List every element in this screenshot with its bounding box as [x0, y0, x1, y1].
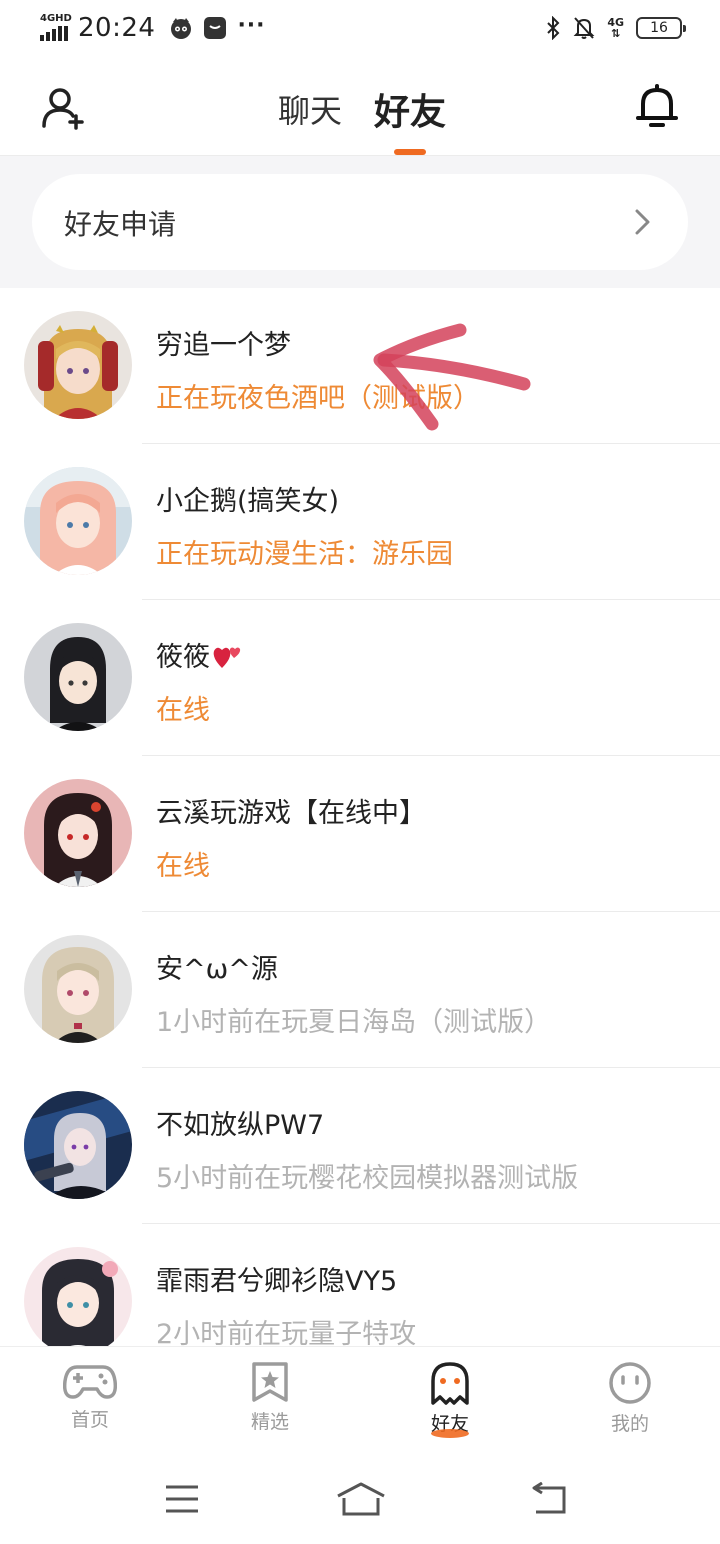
bottom-navigation: 首页 精选 好友 我的: [0, 1346, 720, 1446]
more-notifications-icon: ···: [237, 12, 266, 38]
mobile-data-icon: 4G ⇅: [607, 16, 624, 40]
friend-row[interactable]: 小企鹅(搞笑女) 正在玩动漫生活：游乐园: [0, 444, 720, 600]
friend-row[interactable]: 不如放纵PW7 5小时前在玩樱花校园模拟器测试版: [0, 1068, 720, 1224]
friend-status: 在线: [156, 695, 210, 726]
home-icon[interactable]: [336, 1482, 386, 1516]
anime-girl-pink-avatar[interactable]: [24, 467, 132, 575]
friend-name: 穷追一个梦: [156, 330, 291, 361]
menu-icon[interactable]: [162, 1482, 212, 1516]
nav-featured-label: 精选: [250, 1411, 289, 1433]
friend-status: 正在玩动漫生活：游乐园: [156, 539, 453, 570]
anime-girl-black-hair-avatar[interactable]: [24, 623, 132, 731]
nav-featured[interactable]: 精选: [210, 1361, 330, 1447]
friend-request-button[interactable]: 好友申请: [32, 174, 688, 270]
friend-status: 1小时前在玩夏日海岛（测试版）: [156, 1007, 552, 1038]
chevron-right-icon: [635, 209, 650, 235]
friend-status: 5小时前在玩樱花校园模拟器测试版: [156, 1163, 579, 1194]
gamepad-icon: [63, 1365, 117, 1399]
top-header: 聊天 好友: [0, 58, 720, 156]
face-icon: [609, 1362, 651, 1404]
mute-icon: [573, 17, 595, 39]
friend-request-section: 好友申请: [0, 156, 720, 288]
chat-friends-tabs: 聊天 好友: [0, 58, 720, 156]
friend-name: 小企鹅(搞笑女): [156, 486, 340, 517]
anime-girl-blonde-avatar[interactable]: [24, 311, 132, 419]
nav-active-indicator: [431, 1429, 469, 1438]
system-navigation-bar: [0, 1446, 720, 1544]
anime-girl-blue-avatar[interactable]: [24, 1091, 132, 1199]
status-time: 20:24: [78, 13, 156, 43]
friend-status: 正在玩夜色酒吧（测试版）: [156, 383, 480, 414]
active-tab-indicator: [394, 149, 426, 155]
friend-row[interactable]: 穷追一个梦 正在玩夜色酒吧（测试版）: [0, 288, 720, 444]
cat-app-icon: [171, 18, 192, 39]
ghost-icon: [431, 1362, 469, 1405]
nav-me-label: 我的: [610, 1413, 649, 1435]
tab-friends[interactable]: 好友: [374, 83, 446, 135]
hearts-emoji-icon: [213, 647, 241, 668]
friend-row[interactable]: 安^ω^源 1小时前在玩夏日海岛（测试版）: [0, 912, 720, 1068]
friend-name: 云溪玩游戏【在线中】: [156, 798, 426, 829]
friend-name: 安^ω^源: [156, 954, 278, 985]
network-type: 4GHD: [40, 13, 72, 24]
friend-name: 霏雨君兮卿衫隐VY5: [156, 1266, 398, 1297]
message-app-icon: [204, 17, 227, 39]
friend-row[interactable]: 云溪玩游戏【在线中】 在线: [0, 756, 720, 912]
status-bar: 4GHD 20:24 ··· 4G ⇅ 16: [0, 0, 720, 58]
friend-name-text: 筱筱: [156, 642, 210, 673]
friend-request-label: 好友申请: [64, 208, 177, 241]
nav-home-label: 首页: [70, 1409, 109, 1431]
battery-icon: 16: [636, 17, 686, 39]
friend-row[interactable]: 筱筱 在线: [0, 600, 720, 756]
nav-friends[interactable]: 好友: [390, 1361, 510, 1447]
anime-girl-dark-hair-avatar[interactable]: [24, 1247, 132, 1355]
friend-status: 在线: [156, 851, 210, 882]
anime-girl-silver-avatar[interactable]: [24, 935, 132, 1043]
mobile-data-label: 4G: [607, 16, 624, 29]
bluetooth-icon: [547, 16, 560, 40]
nav-me[interactable]: 我的: [570, 1361, 690, 1447]
bell-icon[interactable]: [634, 84, 680, 130]
friend-name: 筱筱: [156, 635, 242, 674]
tab-chat[interactable]: 聊天: [278, 86, 342, 132]
nav-home[interactable]: 首页: [30, 1361, 150, 1447]
anime-girl-red-eyes-avatar[interactable]: [24, 779, 132, 887]
friend-list: 穷追一个梦 正在玩夜色酒吧（测试版） 小企鹅(搞笑女) 正在玩动漫生活：游乐园 …: [0, 288, 720, 1380]
star-bookmark-icon: [252, 1362, 288, 1402]
friend-name: 不如放纵PW7: [156, 1110, 325, 1141]
back-icon[interactable]: [528, 1482, 578, 1516]
signal-icon: 4GHD: [40, 13, 72, 43]
